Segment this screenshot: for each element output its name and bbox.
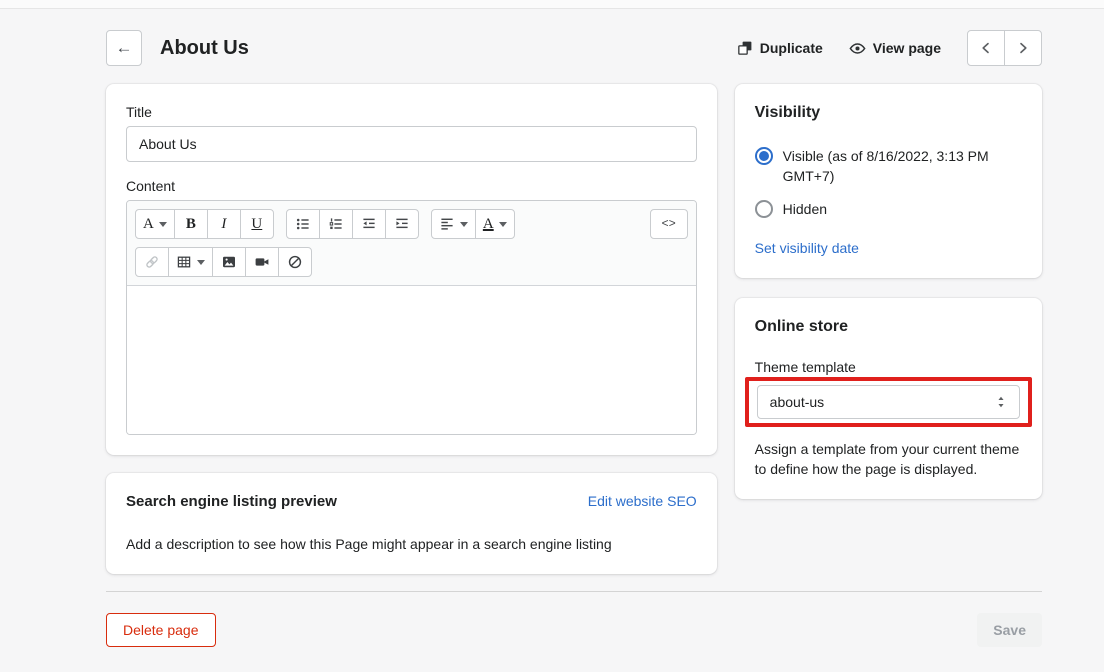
formatting-dropdown-button[interactable]: A bbox=[135, 209, 175, 239]
code-icon: <> bbox=[661, 217, 675, 231]
online-store-card: Online store Theme template about-us bbox=[735, 298, 1042, 499]
title-label: Title bbox=[126, 104, 697, 120]
align-left-icon bbox=[439, 216, 455, 232]
previous-page-button[interactable] bbox=[967, 30, 1005, 66]
visibility-heading: Visibility bbox=[755, 104, 1022, 122]
visibility-options: Visible (as of 8/16/2022, 3:13 PM GMT+7)… bbox=[755, 146, 1022, 219]
indent-button[interactable] bbox=[385, 209, 419, 239]
insert-table-dropdown-button[interactable] bbox=[168, 247, 213, 277]
table-icon bbox=[176, 254, 192, 270]
editor-toolbar: A B I bbox=[127, 201, 696, 286]
underline-button[interactable]: U bbox=[240, 209, 274, 239]
text-color-icon: A bbox=[483, 216, 494, 233]
theme-template-label: Theme template bbox=[755, 359, 1022, 375]
duplicate-label: Duplicate bbox=[760, 40, 823, 56]
page-content-card: Title Content A bbox=[106, 84, 717, 455]
video-icon bbox=[254, 254, 270, 270]
page-editor-screen: ← About Us Duplicate bbox=[0, 0, 1104, 668]
next-page-button[interactable] bbox=[1004, 30, 1042, 66]
insert-link-button[interactable] bbox=[135, 247, 169, 277]
show-html-button[interactable]: <> bbox=[650, 209, 688, 239]
bulleted-list-button[interactable] bbox=[286, 209, 320, 239]
outdent-button[interactable] bbox=[352, 209, 386, 239]
pagination-group bbox=[967, 30, 1042, 66]
alignment-dropdown-button[interactable] bbox=[431, 209, 476, 239]
edit-website-seo-link[interactable]: Edit website SEO bbox=[588, 493, 697, 509]
seo-card-heading: Search engine listing preview bbox=[126, 493, 337, 510]
theme-template-help-text: Assign a template from your current them… bbox=[755, 439, 1022, 479]
insert-group bbox=[135, 247, 312, 277]
chevron-down-icon bbox=[460, 222, 468, 227]
chevron-down-icon bbox=[499, 222, 507, 227]
insert-video-button[interactable] bbox=[245, 247, 279, 277]
radio-unselected-icon[interactable] bbox=[755, 200, 773, 218]
chevron-down-icon bbox=[159, 222, 167, 227]
page-title: About Us bbox=[160, 37, 249, 60]
seo-preview-card: Search engine listing preview Edit websi… bbox=[106, 473, 717, 574]
italic-button[interactable]: I bbox=[207, 209, 241, 239]
visible-radio-option[interactable]: Visible (as of 8/16/2022, 3:13 PM GMT+7) bbox=[755, 146, 1022, 186]
content-textarea[interactable] bbox=[127, 286, 696, 434]
back-button[interactable]: ← bbox=[106, 30, 142, 66]
clear-formatting-button[interactable] bbox=[278, 247, 312, 277]
hidden-radio-option[interactable]: Hidden bbox=[755, 199, 1022, 219]
duplicate-button[interactable]: Duplicate bbox=[737, 40, 823, 56]
seo-description: Add a description to see how this Page m… bbox=[126, 534, 697, 554]
view-page-button[interactable]: View page bbox=[849, 40, 941, 57]
visible-option-label: Visible (as of 8/16/2022, 3:13 PM GMT+7) bbox=[783, 146, 1022, 186]
text-format-group: A B I bbox=[135, 209, 274, 239]
online-store-heading: Online store bbox=[755, 318, 1022, 336]
duplicate-icon bbox=[737, 40, 753, 56]
chevron-left-icon bbox=[978, 40, 994, 56]
list-indent-group bbox=[286, 209, 419, 239]
delete-page-button[interactable]: Delete page bbox=[106, 613, 216, 647]
top-bar bbox=[0, 0, 1104, 9]
page-footer: Delete page Save bbox=[106, 592, 1042, 668]
indent-icon bbox=[394, 216, 410, 232]
align-color-group: A bbox=[431, 209, 515, 239]
chevron-down-icon bbox=[197, 260, 205, 265]
view-page-label: View page bbox=[873, 40, 941, 56]
page-header: ← About Us Duplicate bbox=[106, 9, 1042, 67]
annotation-highlight-box: about-us bbox=[745, 377, 1032, 427]
italic-icon: I bbox=[221, 216, 226, 233]
content-label: Content bbox=[126, 178, 697, 194]
numbered-list-button[interactable] bbox=[319, 209, 353, 239]
rich-text-editor: A B I bbox=[126, 200, 697, 435]
select-updown-icon bbox=[993, 394, 1009, 410]
hidden-option-label: Hidden bbox=[783, 199, 827, 219]
numbered-list-icon bbox=[328, 216, 344, 232]
visibility-card: Visibility Visible (as of 8/16/2022, 3:1… bbox=[735, 84, 1042, 278]
header-actions: Duplicate View page bbox=[737, 30, 1042, 66]
text-color-dropdown-button[interactable]: A bbox=[475, 209, 515, 239]
radio-selected-icon[interactable] bbox=[755, 147, 773, 165]
insert-image-button[interactable] bbox=[212, 247, 246, 277]
bold-icon: B bbox=[186, 216, 196, 233]
outdent-icon bbox=[361, 216, 377, 232]
save-button[interactable]: Save bbox=[977, 613, 1042, 647]
title-input[interactable] bbox=[126, 126, 697, 162]
formatting-icon: A bbox=[143, 216, 154, 233]
back-arrow-icon: ← bbox=[116, 38, 133, 58]
underline-icon: U bbox=[251, 216, 262, 233]
eye-icon bbox=[849, 40, 866, 57]
bold-button[interactable]: B bbox=[174, 209, 208, 239]
image-icon bbox=[221, 254, 237, 270]
circle-slash-icon bbox=[287, 254, 303, 270]
link-icon bbox=[144, 254, 160, 270]
theme-template-select[interactable]: about-us bbox=[757, 385, 1020, 419]
theme-template-selected-value: about-us bbox=[770, 394, 993, 410]
chevron-right-icon bbox=[1015, 40, 1031, 56]
bulleted-list-icon bbox=[295, 216, 311, 232]
set-visibility-date-link[interactable]: Set visibility date bbox=[755, 240, 859, 256]
